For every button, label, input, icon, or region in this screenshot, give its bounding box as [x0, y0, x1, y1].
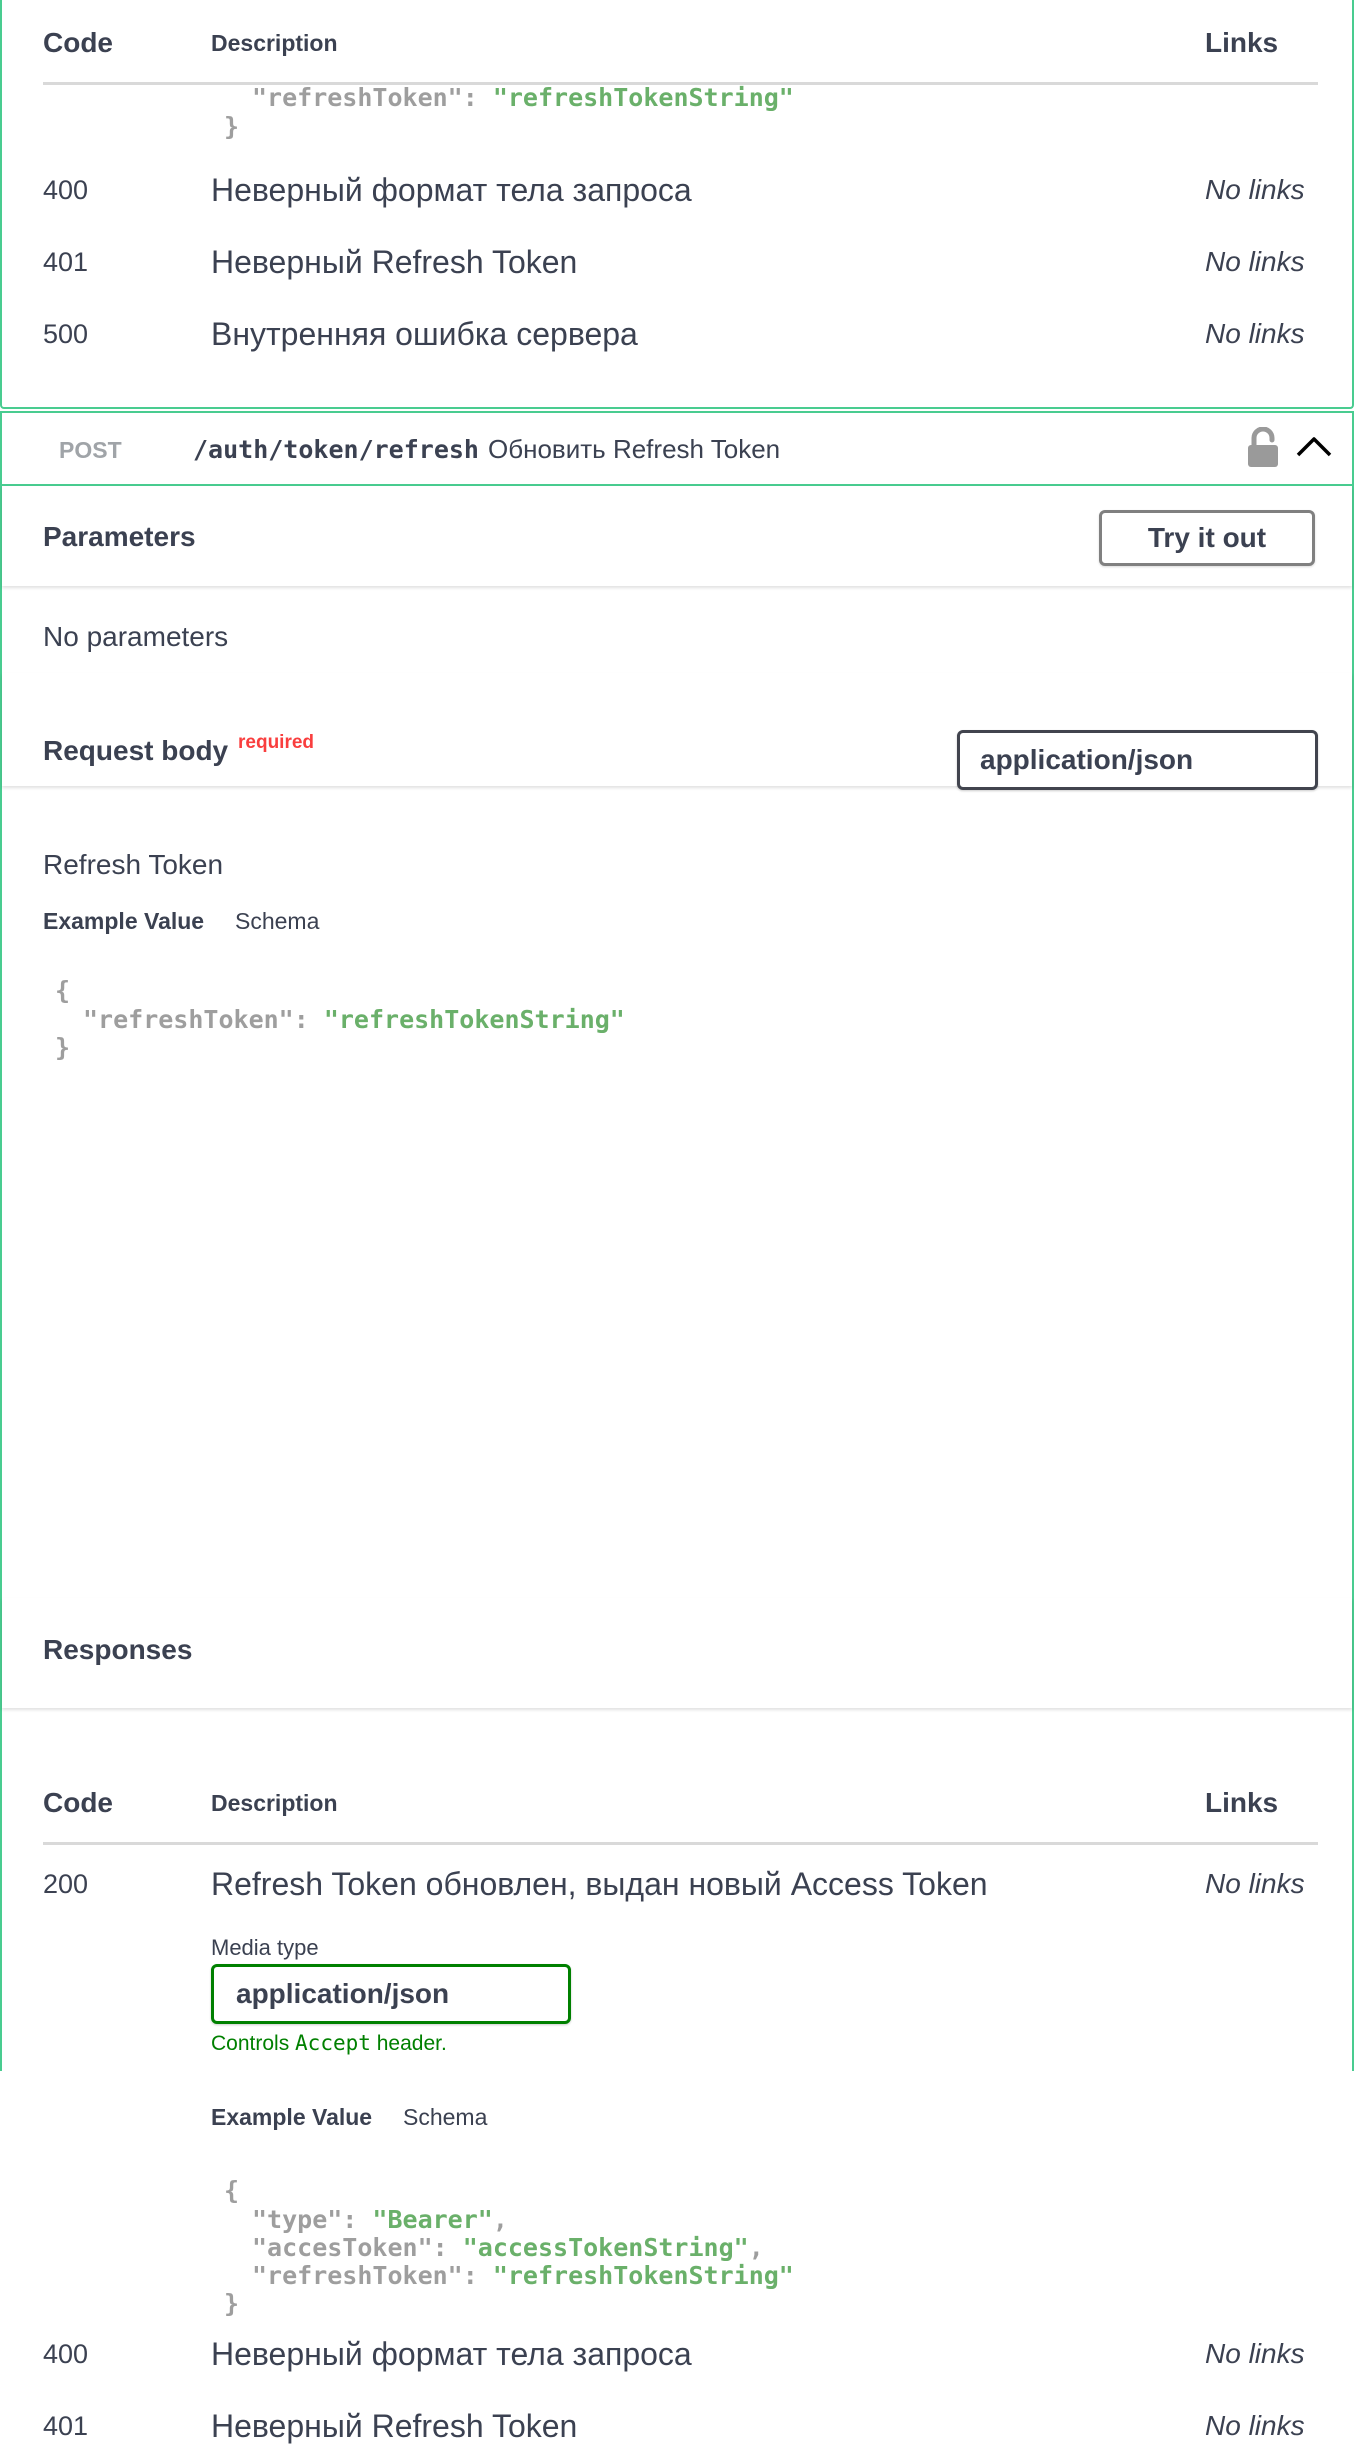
operation-path: /auth/token/refresh	[193, 435, 479, 464]
try-it-out-button[interactable]: Try it out	[1099, 510, 1315, 566]
response-code: 400	[43, 2339, 89, 2369]
column-header-description: Description	[211, 1790, 338, 1816]
example-json-line: "refreshToken": "refreshTokenString"	[83, 1005, 625, 1034]
controls-accept-note: Controls Accept header.	[211, 2031, 447, 2055]
operation-block-post-refresh: POST /auth/token/refresh Обновить Refres…	[0, 411, 1354, 2444]
media-type-select[interactable]: application/json	[211, 1964, 571, 2024]
response-links: No links	[1205, 174, 1305, 205]
response-description: Неверный формат тела запроса	[211, 2336, 692, 2372]
response-description: Неверный Refresh Token	[211, 244, 578, 280]
request-body-title: Request body	[43, 735, 229, 766]
responses-title: Responses	[43, 1634, 193, 1665]
response-json-open: {	[224, 2176, 240, 2205]
response-json-close: }	[224, 2289, 240, 2318]
lock-open-icon[interactable]	[1246, 426, 1280, 469]
response-links: No links	[1205, 318, 1305, 349]
response-description: Refresh Token обновлен, выдан новый Acce…	[211, 1866, 988, 1902]
previous-operation-block: Code Description Links "refreshToken": "…	[0, 0, 1354, 409]
response-json-line: "type": "Bearer",	[252, 2205, 508, 2234]
parameters-title: Parameters	[43, 521, 196, 552]
tab-schema[interactable]: Schema	[403, 2104, 487, 2131]
http-method: POST	[59, 437, 122, 463]
media-type-label: Media type	[211, 1935, 319, 1960]
column-header-links: Links	[1205, 1787, 1279, 1818]
no-parameters-text: No parameters	[43, 621, 229, 652]
column-header-code: Code	[43, 27, 113, 58]
tab-example-value[interactable]: Example Value	[211, 2104, 372, 2131]
json-tail-close: }	[224, 112, 240, 141]
operation-summary-text: Обновить Refresh Token	[488, 434, 781, 464]
response-description: Внутренняя ошибка сервера	[211, 316, 638, 352]
request-body-description: Refresh Token	[43, 849, 224, 880]
example-json-close: }	[55, 1033, 71, 1062]
request-content-type-select[interactable]: application/json	[957, 730, 1318, 790]
response-links: No links	[1205, 2338, 1305, 2369]
response-code: 500	[43, 319, 89, 349]
example-json-open: {	[55, 976, 71, 1005]
operation-summary[interactable]: POST /auth/token/refresh Обновить Refres…	[2, 413, 1352, 486]
response-links: No links	[1205, 1868, 1305, 1899]
response-code: 401	[43, 247, 89, 277]
response-description: Неверный Refresh Token	[211, 2408, 578, 2444]
response-links: No links	[1205, 246, 1305, 277]
response-description: Неверный формат тела запроса	[211, 172, 692, 208]
tab-schema[interactable]: Schema	[235, 908, 319, 935]
tab-example-value[interactable]: Example Value	[43, 908, 204, 935]
swagger-page: Code Description Links "refreshToken": "…	[0, 0, 1356, 2444]
column-header-description: Description	[211, 30, 338, 56]
response-code: 200	[43, 1869, 89, 1899]
response-code: 400	[43, 175, 89, 205]
chevron-up-icon[interactable]	[1294, 431, 1334, 461]
parameters-header: Parameters Try it out	[2, 486, 1352, 586]
responses-header: Responses	[2, 1598, 1352, 1708]
response-json-line: "refreshToken": "refreshTokenString"	[252, 2261, 794, 2290]
response-code: 401	[43, 2411, 89, 2441]
response-json-line: "accesToken": "accessTokenString",	[252, 2233, 764, 2262]
response-links: No links	[1205, 2410, 1305, 2441]
header-divider	[43, 1842, 1318, 1845]
column-header-code: Code	[43, 1787, 113, 1818]
required-label: required	[238, 732, 315, 753]
column-header-links: Links	[1205, 27, 1279, 58]
json-tail-line: "refreshToken": "refreshTokenString"	[252, 83, 794, 112]
request-body-header: Request body required application/json	[2, 673, 1352, 790]
